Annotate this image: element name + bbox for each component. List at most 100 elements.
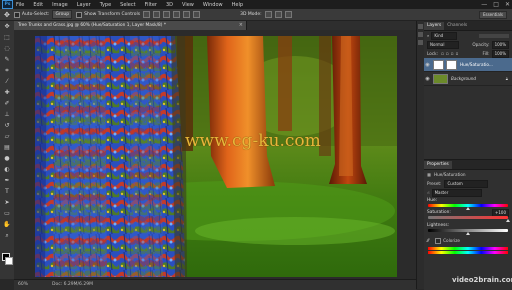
- lasso-icon[interactable]: ◌: [1, 44, 13, 53]
- document-canvas[interactable]: www.cg-ku.com: [35, 36, 397, 277]
- menu-select[interactable]: Select: [120, 2, 135, 8]
- colorize-checkbox[interactable]: [435, 237, 442, 244]
- show-transform-checkbox[interactable]: [76, 11, 83, 18]
- tools-panel: ✥ ⬚ ◌ ✎ ⌗ ⁄ ✚ ✐ ⊥ ↺ ▱ ▤ ● ◐ ✒ T ➤ ▭ ✋ ⌕: [0, 21, 15, 279]
- menu-image[interactable]: Image: [52, 2, 68, 8]
- eyedropper-icon[interactable]: ⁄: [1, 77, 13, 86]
- targeted-adjustment-icon[interactable]: ☝: [427, 190, 430, 195]
- align-center-icon[interactable]: [183, 11, 191, 18]
- fill-field[interactable]: 100%: [491, 49, 509, 58]
- layer-filter-kind[interactable]: Kind: [431, 31, 458, 40]
- workspace-switcher[interactable]: Essentials: [478, 11, 507, 19]
- hue-slider-thumb[interactable]: [466, 207, 470, 210]
- show-transform-label: Show Transform Controls: [84, 12, 141, 17]
- close-icon[interactable]: ✕: [505, 1, 510, 8]
- lock-label: Lock:: [427, 51, 438, 56]
- mode-3d-label: 3D Mode:: [240, 12, 262, 17]
- hue-saturation-icon: ▦: [427, 172, 431, 177]
- saturation-slider[interactable]: [428, 216, 510, 222]
- maximize-icon[interactable]: □: [493, 1, 499, 8]
- color-bar-bottom: [428, 251, 508, 254]
- align-top-icon[interactable]: [143, 11, 151, 18]
- pen-icon[interactable]: ✒: [1, 176, 13, 185]
- tab-properties[interactable]: Properties: [424, 161, 452, 169]
- brush-icon[interactable]: ✐: [1, 99, 13, 108]
- document-tab[interactable]: Tree Trunks and Grass.jpg @ 60% (Hue/Sat…: [14, 21, 247, 30]
- watermark-text: www.cg-ku.com: [185, 131, 321, 151]
- layer-name[interactable]: Hue/Saturatio...: [460, 62, 493, 67]
- menu-3d[interactable]: 3D: [166, 2, 173, 8]
- filter-toggle-icons[interactable]: [479, 33, 509, 38]
- blur-icon[interactable]: ●: [1, 154, 13, 163]
- layers-panel: Layers Channels ⌕ Kind Normal Opacity: 1…: [424, 21, 512, 178]
- history-panel-icon[interactable]: [418, 24, 423, 29]
- marquee-icon[interactable]: ⬚: [1, 33, 13, 42]
- menu-view[interactable]: View: [182, 2, 194, 8]
- saturation-label: Saturation:: [427, 210, 451, 215]
- close-document-icon[interactable]: ×: [239, 21, 243, 30]
- quick-select-icon[interactable]: ✎: [1, 55, 13, 64]
- collapsed-panel-dock: [416, 21, 424, 289]
- layer-mask-thumbnail[interactable]: [446, 59, 457, 70]
- clone-icon[interactable]: ⊥: [1, 110, 13, 119]
- opacity-field[interactable]: 100%: [491, 40, 509, 49]
- hand-icon[interactable]: ✋: [1, 220, 13, 229]
- auto-select-checkbox[interactable]: [13, 11, 20, 18]
- menu-help[interactable]: Help: [232, 2, 243, 8]
- align-middle-icon[interactable]: [153, 11, 161, 18]
- layer-name[interactable]: Background: [451, 76, 476, 81]
- layer-row[interactable]: ◉ Background 🔒︎: [424, 72, 512, 86]
- info-panel-icon[interactable]: [418, 40, 423, 45]
- history-brush-icon[interactable]: ↺: [1, 121, 13, 130]
- align-bottom-icon[interactable]: [163, 11, 171, 18]
- hue-label: Hue:: [427, 198, 438, 203]
- eye-icon[interactable]: ◉: [424, 76, 431, 82]
- layer-row[interactable]: ◉ Hue/Saturatio...: [424, 58, 512, 72]
- lightness-slider-thumb[interactable]: [466, 232, 470, 235]
- blend-mode-dropdown[interactable]: Normal: [427, 40, 459, 49]
- roll-3d-icon[interactable]: [274, 11, 282, 18]
- crop-icon[interactable]: ⌗: [1, 66, 13, 75]
- orbit-3d-icon[interactable]: [264, 11, 272, 18]
- fill-label: Fill:: [482, 51, 490, 56]
- eye-icon[interactable]: ◉: [424, 62, 431, 68]
- menu-type[interactable]: Type: [100, 2, 111, 8]
- eraser-icon[interactable]: ▱: [1, 132, 13, 141]
- preset-dropdown[interactable]: Custom: [444, 179, 489, 188]
- align-right-icon[interactable]: [193, 11, 201, 18]
- saturation-slider-thumb[interactable]: [506, 219, 510, 222]
- move-icon[interactable]: ✥: [1, 22, 13, 31]
- menu-layer[interactable]: Layer: [77, 2, 91, 8]
- photoshop-logo: Ps: [2, 0, 13, 9]
- hue-slider[interactable]: [428, 204, 508, 210]
- shape-icon[interactable]: ▭: [1, 209, 13, 218]
- gradient-icon[interactable]: ▤: [1, 143, 13, 152]
- drag-3d-icon[interactable]: [284, 11, 292, 18]
- layer-filter-icon[interactable]: ⌕: [427, 33, 429, 38]
- move-tool-icon[interactable]: ✥: [4, 11, 10, 19]
- background-color-swatch[interactable]: [5, 257, 13, 265]
- healing-icon[interactable]: ✚: [1, 88, 13, 97]
- dodge-icon[interactable]: ◐: [1, 165, 13, 174]
- menu-bar: Ps File Edit Image Layer Type Select Fil…: [0, 0, 512, 9]
- menu-edit[interactable]: Edit: [33, 2, 43, 8]
- actions-panel-icon[interactable]: [418, 32, 423, 37]
- align-left-icon[interactable]: [173, 11, 181, 18]
- tab-channels[interactable]: Channels: [444, 22, 470, 30]
- path-select-icon[interactable]: ➤: [1, 198, 13, 207]
- lightness-slider[interactable]: [428, 229, 508, 235]
- menu-file[interactable]: File: [16, 2, 24, 8]
- photo-image: [35, 36, 397, 277]
- type-icon[interactable]: T: [1, 187, 13, 196]
- zoom-icon[interactable]: ⌕: [1, 231, 13, 240]
- minimize-icon[interactable]: —: [481, 1, 487, 8]
- menu-window[interactable]: Window: [203, 2, 223, 8]
- channel-dropdown[interactable]: Master: [431, 188, 482, 197]
- auto-select-dropdown[interactable]: Group: [52, 10, 73, 19]
- document-title: Tree Trunks and Grass.jpg @ 60% (Hue/Sat…: [18, 23, 166, 28]
- eyedropper-icons[interactable]: ⁄⁄⁄: [427, 238, 429, 243]
- lock-icon: 🔒︎: [505, 76, 508, 81]
- lock-icons[interactable]: ▫▫▫▫: [441, 51, 460, 56]
- menu-filter[interactable]: Filter: [145, 2, 157, 8]
- tab-layers[interactable]: Layers: [424, 22, 445, 30]
